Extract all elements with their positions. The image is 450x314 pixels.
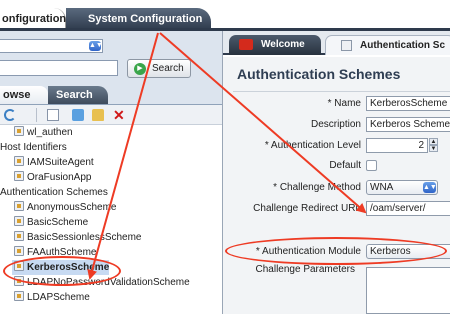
challenge-method-value: WNA <box>370 182 394 193</box>
tree-item[interactable]: IAMSuiteAgent <box>12 155 94 170</box>
refresh-icon[interactable] <box>4 109 16 121</box>
tree-item[interactable]: Authentication Schemes <box>0 185 108 200</box>
tree-item[interactable]: wl_authen <box>12 125 73 140</box>
document-tab-bar: Welcome Authentication Sc <box>223 31 450 55</box>
tab-authentication-scheme[interactable]: Authentication Sc <box>325 35 450 55</box>
tree-item-label: BasicSessionlessScheme <box>27 232 142 243</box>
tree-item-label: Host Identifiers <box>0 142 67 153</box>
host-icon <box>14 156 24 166</box>
tree-item[interactable]: Host Identifiers <box>0 140 67 155</box>
search-input[interactable] <box>0 60 118 76</box>
scheme-icon <box>14 231 24 241</box>
content-pane: Welcome Authentication Sc Authentication… <box>222 31 450 314</box>
search-button-label: Search <box>152 63 184 74</box>
default-checkbox[interactable] <box>366 160 377 171</box>
description-label: Description <box>310 119 361 130</box>
duplicate-icon[interactable] <box>72 109 84 121</box>
tree-item[interactable]: OraFusionApp <box>12 170 91 185</box>
tab-browse[interactable]: owse <box>0 86 48 104</box>
name-field[interactable]: KerberosScheme <box>366 96 450 111</box>
open-folder-icon[interactable] <box>92 109 104 121</box>
tree-item[interactable]: AnonymousScheme <box>12 200 117 215</box>
oracle-logo-icon <box>239 39 253 50</box>
tree-item[interactable]: LDAPScheme <box>12 290 90 305</box>
scheme-icon <box>14 291 24 301</box>
tab-search[interactable]: Search <box>48 86 108 104</box>
annotation-ellipse-tree <box>3 256 121 286</box>
scheme-icon <box>341 40 352 51</box>
tab-welcome[interactable]: Welcome <box>229 35 321 55</box>
scheme-form: Authentication Schemes * Name KerberosSc… <box>223 57 450 314</box>
search-button[interactable]: ▶ Search <box>127 59 191 78</box>
tree-item[interactable]: BasicSessionlessScheme <box>12 230 142 245</box>
scheme-icon <box>14 201 24 211</box>
top-tab-bar: onfiguration System Configuration <box>0 0 450 30</box>
toolbar-separator <box>36 108 37 122</box>
stepper-down-icon[interactable]: ▼ <box>429 145 438 152</box>
auth-level-label: * Authentication Level <box>264 140 361 151</box>
challenge-redirect-field[interactable]: /oam/server/ <box>366 201 450 216</box>
tree-item-label: LDAPScheme <box>27 292 90 303</box>
title-divider <box>233 91 450 92</box>
name-label: * Name <box>327 98 361 109</box>
challenge-method-label: * Challenge Method <box>273 182 361 193</box>
stepper-up-icon[interactable]: ▲ <box>429 138 438 145</box>
tree-item-label: BasicScheme <box>27 217 89 228</box>
search-type-select[interactable]: ▲▼ <box>0 39 103 53</box>
go-arrow-icon: ▶ <box>134 63 146 75</box>
chevron-updown-icon: ▲▼ <box>89 41 103 51</box>
challenge-redirect-label: Challenge Redirect URL <box>253 203 361 214</box>
scheme-icon <box>14 216 24 226</box>
tree-toolbar: ✕ <box>0 105 222 125</box>
page-title: Authentication Schemes <box>237 66 401 82</box>
challenge-params-label: Challenge Parameters <box>255 264 356 275</box>
tab-system-configuration[interactable]: System Configuration <box>66 8 211 30</box>
tab-welcome-label: Welcome <box>261 39 305 50</box>
delete-icon[interactable]: ✕ <box>113 108 125 122</box>
tree-item-label: Authentication Schemes <box>0 187 108 198</box>
tree-item-label: OraFusionApp <box>27 172 92 183</box>
challenge-params-textarea[interactable] <box>366 267 450 314</box>
auth-level-stepper[interactable]: ▲ ▼ <box>429 138 438 153</box>
scheme-icon <box>14 246 24 256</box>
tree-item[interactable]: BasicScheme <box>12 215 88 230</box>
new-page-icon[interactable] <box>47 109 59 121</box>
scheme-icon <box>14 126 24 136</box>
tree-item-label: wl_authen <box>27 127 73 138</box>
challenge-method-select[interactable]: WNA ▲▼ <box>366 180 438 195</box>
default-label: Default <box>329 160 361 171</box>
description-field[interactable]: Kerberos Scheme <box>366 117 450 132</box>
auth-level-field[interactable]: 2 <box>366 138 428 153</box>
annotation-ellipse-module <box>225 237 447 265</box>
tab-authentication-label: Authentication Sc <box>360 40 446 51</box>
host-icon <box>14 171 24 181</box>
tree-item-label: AnonymousScheme <box>27 202 117 213</box>
tree-item-label: IAMSuiteAgent <box>27 157 94 168</box>
tab-configuration[interactable]: onfiguration <box>0 8 66 30</box>
chevron-updown-icon: ▲▼ <box>423 182 437 193</box>
